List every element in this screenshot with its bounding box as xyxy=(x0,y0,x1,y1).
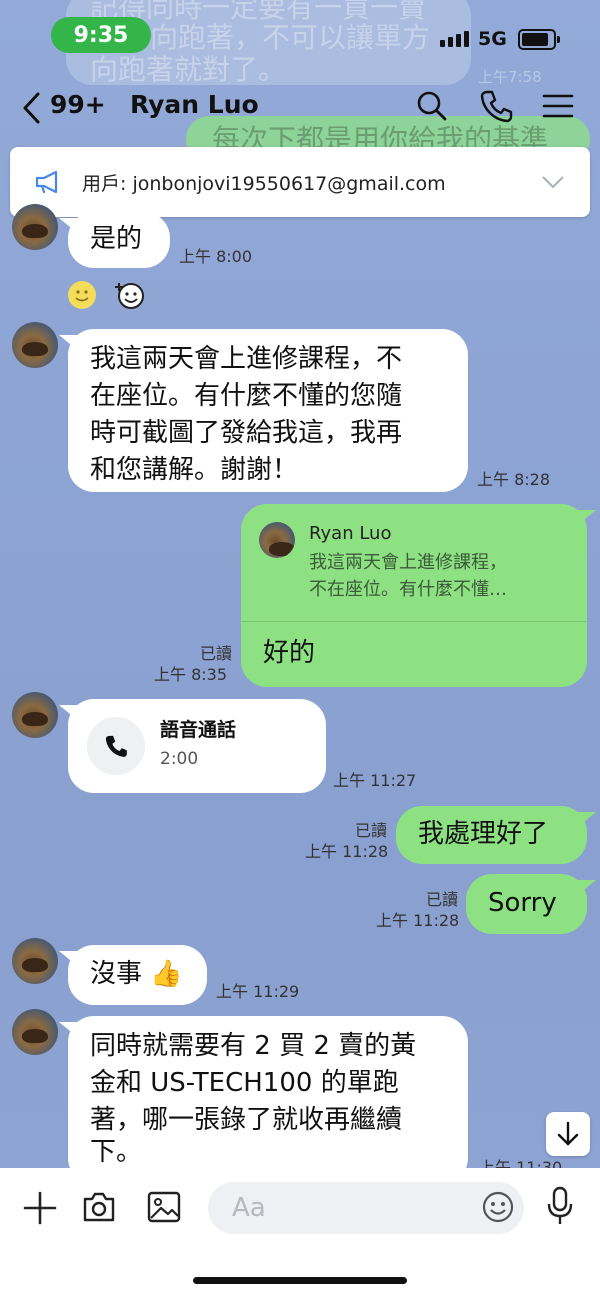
message-text: 在座位。有什麼不懂的您隨 xyxy=(90,381,403,411)
message-time: 上午 8:28 xyxy=(477,470,551,489)
announcement-text: 用戶: jonbonjovi19550617@gmail.com xyxy=(82,173,446,195)
contact-name[interactable]: Ryan Luo xyxy=(130,90,259,119)
message-text: 下。 xyxy=(90,1137,143,1167)
camera-icon[interactable] xyxy=(81,1190,117,1224)
megaphone-icon xyxy=(35,170,58,194)
thumbs-up-emoji: 👍 xyxy=(150,959,183,989)
arrow-down-icon xyxy=(557,1121,579,1146)
quoted-text: 我這兩天會上進修課程， xyxy=(309,552,507,573)
contact-avatar[interactable] xyxy=(12,322,58,368)
message-time: 上午 8:00 xyxy=(179,247,253,266)
quoted-text: 不在座位。有什麼不懂… xyxy=(309,579,507,600)
contact-avatar[interactable] xyxy=(12,1009,58,1055)
message-text: 好的 xyxy=(263,638,316,668)
signal-icon xyxy=(440,31,469,47)
message-time: 上午 11:28 xyxy=(305,842,389,861)
message-text: 我處理好了 xyxy=(418,819,549,849)
message-bubble[interactable]: 沒事 👍 xyxy=(68,945,207,1005)
announcement-banner[interactable]: 用戶: jonbonjovi19550617@gmail.com xyxy=(10,147,590,217)
contact-avatar[interactable] xyxy=(12,204,58,250)
message-bubble[interactable]: 是的 xyxy=(68,212,170,268)
quoted-sender: Ryan Luo xyxy=(309,523,392,544)
message-time: 上午 11:29 xyxy=(216,982,300,1001)
voice-call-bubble[interactable]: 語音通話 2:00 xyxy=(68,699,326,793)
message-text: 同時就需要有 2 買 2 賣的黃 xyxy=(90,1031,417,1061)
emoji-icon[interactable] xyxy=(481,1190,515,1224)
message-time: 上午 11:27 xyxy=(333,771,417,790)
message-text: 和您講解。謝謝！ xyxy=(90,455,299,485)
message-text: Sorry xyxy=(488,888,557,918)
message-input-placeholder: Aa xyxy=(232,1193,266,1223)
message-bubble[interactable]: Sorry xyxy=(466,874,587,934)
call-duration: 2:00 xyxy=(160,749,199,769)
message-time: 上午 11:28 xyxy=(376,911,460,930)
contact-avatar[interactable] xyxy=(12,692,58,738)
back-chevron-icon[interactable] xyxy=(20,90,52,126)
message-text: 沒事 xyxy=(90,959,143,989)
plus-icon[interactable] xyxy=(22,1190,58,1226)
message-text: 我這兩天會上進修課程，不 xyxy=(90,344,403,374)
message-text: 時可截圖了發給我這，我再 xyxy=(90,418,403,448)
chat-screen: 記得同時一定要有一買一賣 向跑著，不可以讓單方 向跑著就對了。 上午7:58 每… xyxy=(0,0,600,1298)
chevron-down-icon[interactable] xyxy=(540,174,566,190)
contact-avatar[interactable] xyxy=(12,938,58,984)
image-icon[interactable] xyxy=(146,1190,182,1224)
menu-icon[interactable] xyxy=(540,88,576,124)
message-bubble[interactable]: 我這兩天會上進修課程，不 在座位。有什麼不懂的您隨 時可截圖了發給我這，我再 和… xyxy=(68,329,468,492)
quoted-avatar xyxy=(259,522,295,558)
network-type: 5G xyxy=(478,28,507,50)
message-bubble[interactable]: 我處理好了 xyxy=(396,806,587,864)
add-reaction-icon[interactable] xyxy=(115,280,147,310)
message-time: 上午 8:35 xyxy=(154,665,228,684)
scroll-to-bottom-button[interactable] xyxy=(546,1112,590,1156)
home-indicator xyxy=(193,1277,407,1284)
message-text: 是的 xyxy=(90,224,143,254)
reply-divider xyxy=(241,621,587,622)
unread-count[interactable]: 99+ xyxy=(50,90,106,119)
reaction-smile-icon[interactable] xyxy=(68,281,96,309)
phone-icon[interactable] xyxy=(478,88,514,124)
message-input[interactable]: Aa xyxy=(208,1182,524,1234)
message-text: 金和 US-TECH100 的單跑 xyxy=(90,1068,399,1098)
call-title: 語音通話 xyxy=(160,719,237,741)
status-bar: 9:35 5G xyxy=(0,0,600,80)
search-icon[interactable] xyxy=(414,88,450,124)
reply-bubble[interactable]: Ryan Luo 我這兩天會上進修課程， 不在座位。有什麼不懂… 好的 xyxy=(241,504,587,687)
microphone-icon[interactable] xyxy=(544,1186,576,1226)
message-bubble[interactable]: 同時就需要有 2 買 2 賣的黃 金和 US-TECH100 的單跑 著，哪一張… xyxy=(68,1016,468,1184)
status-time: 9:35 xyxy=(51,17,151,53)
battery-icon xyxy=(518,29,560,50)
chat-header: 99+ Ryan Luo xyxy=(0,80,600,135)
phone-icon xyxy=(87,717,145,775)
